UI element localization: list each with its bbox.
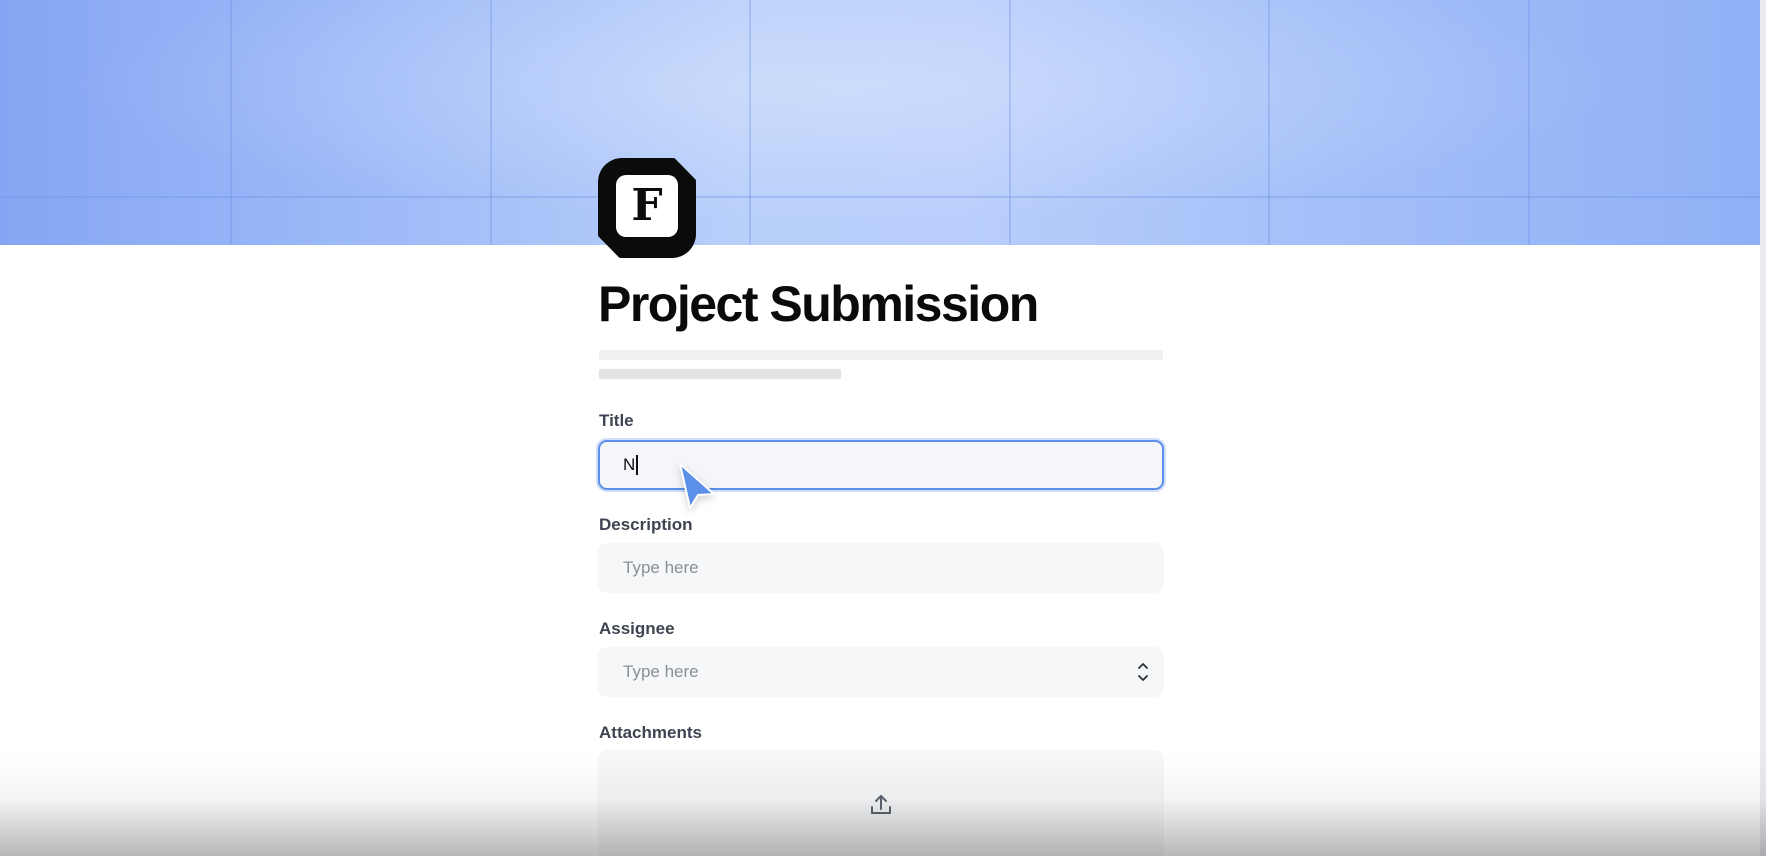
description-skeleton-line — [599, 369, 841, 379]
cover-grid-line — [1268, 0, 1270, 245]
cover-grid-line — [0, 196, 1760, 198]
cover-grid-line — [490, 0, 492, 245]
cover-shine — [0, 0, 1760, 245]
f-logo-icon: F — [598, 158, 696, 258]
cover-grid-line — [749, 0, 751, 245]
cover-grid-line — [1009, 0, 1011, 245]
upload-icon[interactable] — [868, 792, 894, 818]
description-skeleton-line — [599, 350, 1163, 360]
title-input-value: N — [623, 455, 636, 474]
assignee-label: Assignee — [599, 619, 675, 638]
scrollbar-track — [1760, 0, 1766, 856]
cover-grid-line — [230, 0, 232, 245]
chevron-up-down-icon — [1138, 663, 1148, 681]
page-title: Project Submission — [598, 276, 1039, 332]
description-label: Description — [599, 515, 693, 534]
description-input[interactable]: Type here — [598, 543, 1164, 593]
cover-banner — [0, 0, 1760, 245]
mouse-pointer-icon — [679, 463, 715, 509]
logo-letter: F — [616, 175, 678, 237]
form-page: F Project Submission Title N Description… — [0, 0, 1766, 856]
title-label: Title — [599, 411, 634, 430]
assignee-placeholder: Type here — [623, 662, 699, 681]
assignee-select[interactable]: Type here — [598, 647, 1164, 697]
attachments-label: Attachments — [599, 723, 702, 742]
cover-grid-line — [1528, 0, 1530, 245]
text-caret — [636, 455, 639, 475]
description-placeholder: Type here — [623, 558, 699, 577]
